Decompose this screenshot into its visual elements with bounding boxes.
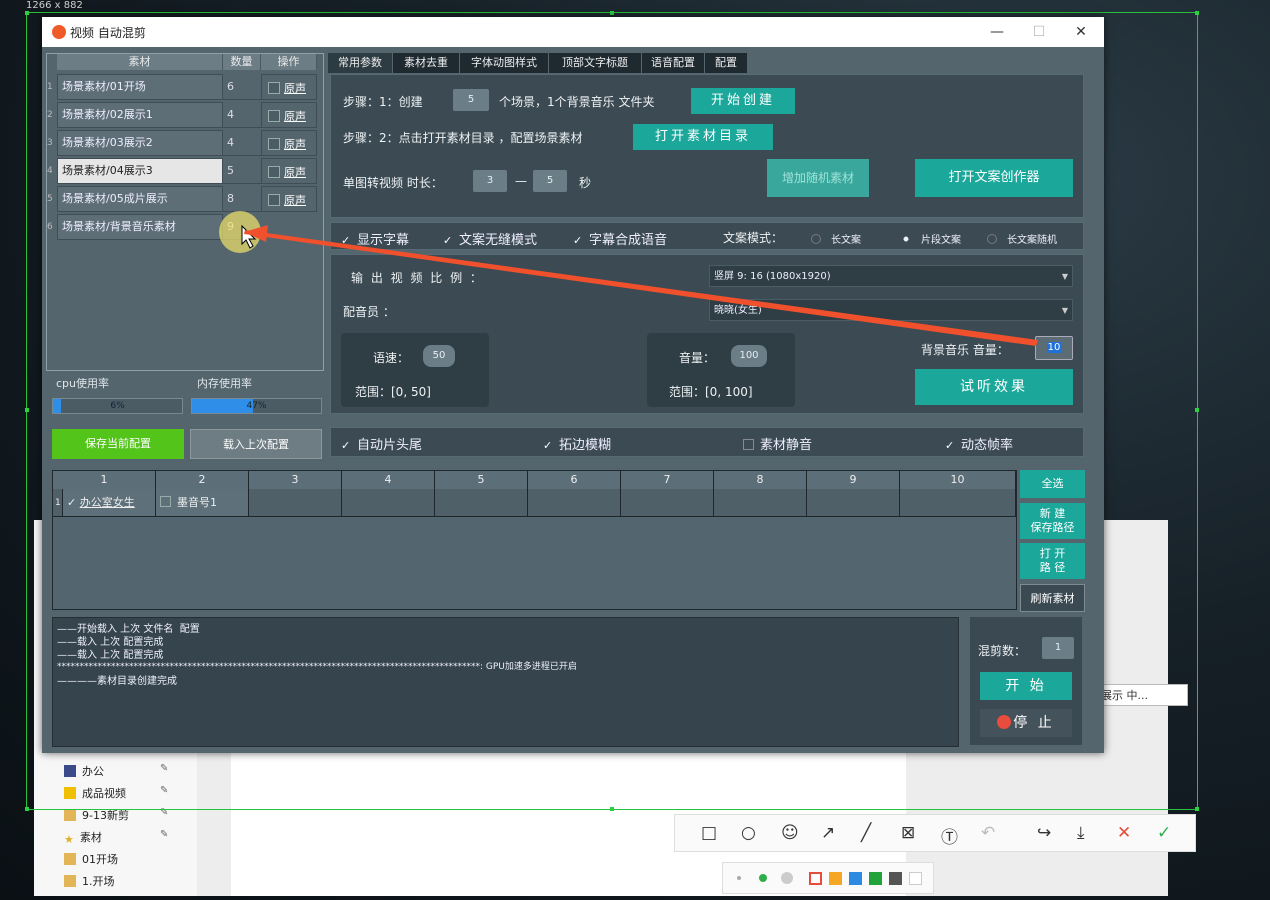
- emoji-tool-icon[interactable]: ☺: [781, 823, 799, 843]
- confirm-icon[interactable]: ✓: [1157, 823, 1171, 843]
- rectangle-tool-icon[interactable]: □: [701, 823, 717, 843]
- size-small[interactable]: [737, 876, 741, 880]
- color-green[interactable]: [869, 872, 882, 885]
- annotation-overlay: [219, 211, 1038, 346]
- download-icon[interactable]: ⤓: [1077, 823, 1085, 843]
- color-blue[interactable]: [849, 872, 862, 885]
- capture-toolbar: □ ○ ☺ ↗ ╱ ⊠ Ⓣ ↶ ↪ ⤓ ✕ ✓: [674, 814, 1196, 852]
- text-tool-icon[interactable]: Ⓣ: [941, 823, 958, 848]
- color-white[interactable]: [909, 872, 922, 885]
- ellipse-tool-icon[interactable]: ○: [741, 823, 756, 843]
- size-large[interactable]: [781, 872, 793, 884]
- arrow-tool-icon[interactable]: ↗: [821, 823, 835, 843]
- color-orange[interactable]: [829, 872, 842, 885]
- undo-icon[interactable]: ↶: [981, 823, 995, 843]
- color-gray[interactable]: [889, 872, 902, 885]
- share-icon[interactable]: ↪: [1037, 823, 1051, 843]
- annotation-arrow: [244, 230, 1038, 346]
- color-palette: [722, 862, 934, 894]
- color-red[interactable]: [809, 872, 822, 885]
- cancel-icon[interactable]: ✕: [1117, 823, 1131, 843]
- pen-tool-icon[interactable]: ╱: [861, 823, 871, 843]
- size-medium[interactable]: [759, 874, 767, 882]
- mosaic-tool-icon[interactable]: ⊠: [901, 823, 915, 843]
